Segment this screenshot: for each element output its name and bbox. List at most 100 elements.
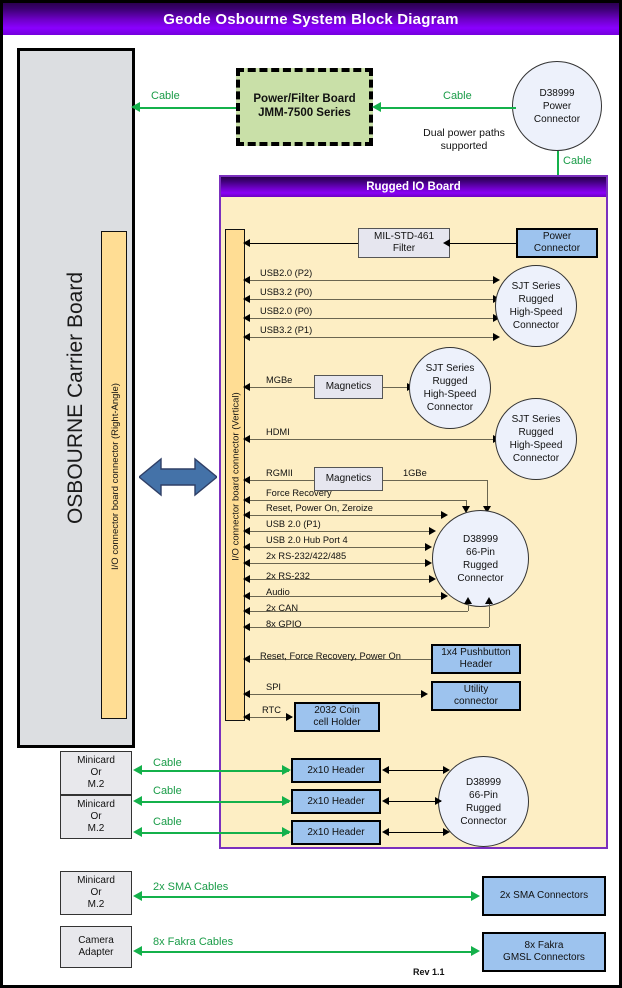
line-header1-d38999	[389, 770, 448, 771]
signal-line-rgmii-left	[245, 480, 314, 481]
cable-line-minicard2	[141, 801, 289, 803]
sjt3-line2: Rugged	[518, 427, 554, 438]
d38999-lower-line4: Connector	[460, 815, 507, 827]
io-power-line2: Connector	[533, 243, 581, 254]
arrow-left-hdmi	[243, 435, 250, 443]
signal-label-rs232-422-485: 2x RS-232/422/485	[266, 551, 347, 561]
cable-arrow-right-header3	[282, 827, 291, 837]
cable-label-down: Cable	[563, 155, 592, 167]
signal-label-usb32-p1: USB3.2 (P1)	[260, 325, 313, 335]
utility-connector-block: Utility connector	[431, 681, 521, 711]
line-power-to-filter	[450, 243, 516, 244]
signal-label-usb20-p2: USB2.0 (P2)	[260, 268, 313, 278]
arrow-left-usb20-p1-bus	[243, 527, 250, 535]
cable-label-header2: Cable	[153, 785, 182, 797]
arrow-left-8x-gpio	[243, 623, 250, 631]
minicard-module-1: Minicard Or M.2	[60, 751, 132, 795]
minicard-1-line3: M.2	[87, 778, 105, 790]
arrow-right-header1-d38999	[443, 766, 450, 774]
header-2x10-3: 2x10 Header	[291, 820, 381, 845]
minicard-2-line2: Or	[90, 811, 102, 823]
arrow-power-to-filter	[443, 239, 450, 247]
minicard-module-2: Minicard Or M.2	[60, 795, 132, 839]
vertical-io-connector-text: I/O connector board connector (Vertical)	[230, 391, 242, 561]
sjt2-line3: High-Speed	[423, 389, 477, 400]
minicard-1-line2: Or	[90, 767, 102, 779]
fakra-gmsl-connectors-block: 8x Fakra GMSL Connectors	[482, 932, 606, 972]
signal-label-rtc: RTC	[262, 705, 281, 715]
cable-label-fakra: 8x Fakra Cables	[153, 936, 234, 948]
signal-label-audio: Audio	[266, 587, 290, 597]
signal-line-force-recovery	[245, 500, 466, 501]
header-2x10-1: 2x10 Header	[291, 758, 381, 783]
signal-line-usb20-p2	[245, 280, 498, 281]
pushbutton-header-block: 1x4 Pushbutton Header	[431, 644, 521, 674]
d38999-power-line3: Connector	[533, 113, 581, 125]
signal-line-rtc	[245, 717, 292, 718]
arrow-left-usb20-p0	[243, 314, 250, 322]
signal-label-1gbe: 1GBe	[403, 468, 427, 478]
cable-arrow-left-minicard2	[133, 796, 142, 806]
signal-line-8x-gpio-vertical	[489, 603, 490, 627]
arrow-right-usb32-p1	[493, 333, 500, 341]
arrow-left-header1-d38999	[382, 766, 389, 774]
d38999-power-line2: Power	[542, 100, 572, 112]
arrow-right-spi	[421, 690, 428, 698]
camera-adapter-module: Camera Adapter	[60, 926, 132, 968]
signal-label-usb20-p1-bus: USB 2.0 (P1)	[266, 519, 321, 529]
arrow-right-usb20-hub-port4	[425, 543, 432, 551]
signal-line-usb32-p0	[245, 299, 498, 300]
signal-line-reset-poweron-zeroize	[245, 515, 446, 516]
arrow-up-2x-can	[464, 597, 472, 604]
arrow-right-audio	[441, 592, 448, 600]
sjt1-line3: High-Speed	[509, 307, 563, 318]
arrow-left-mgbe	[243, 383, 250, 391]
signal-label-force-recovery: Force Recovery	[266, 488, 332, 498]
block-diagram-canvas: Geode Osbourne System Block Diagram OSBO…	[0, 0, 622, 988]
magnetics-block-1: Magnetics	[314, 375, 383, 399]
cable-arrow-left-fakra	[133, 946, 142, 956]
cable-line-minicard1	[141, 770, 289, 772]
coin-cell-line1: 2032 Coin	[314, 705, 360, 717]
sjt2-line1: SJT Series	[425, 363, 475, 374]
carrier-board-label-text: OSBOURNE Carrier Board	[64, 271, 87, 525]
d38999-66pin-line3: Rugged	[462, 559, 499, 571]
arrow-right-usb20-p1-bus	[429, 527, 436, 535]
pushbutton-header-line1: 1x4 Pushbutton	[441, 647, 511, 659]
arrow-left-force-recovery	[243, 496, 250, 504]
signal-line-usb32-p1	[245, 337, 498, 338]
cable-arrow-right-header1	[282, 765, 291, 775]
vertical-io-connector: I/O connector board connector (Vertical)	[225, 229, 245, 721]
signal-label-8x-gpio: 8x GPIO	[266, 619, 302, 629]
power-filter-board-line1: Power/Filter Board	[253, 93, 356, 106]
minicard-1-line1: Minicard	[77, 755, 115, 767]
signal-label-2x-can: 2x CAN	[266, 603, 299, 613]
sjt3-line1: SJT Series	[511, 414, 561, 425]
sjt3-line4: Connector	[512, 453, 560, 464]
arrow-left-audio	[243, 592, 250, 600]
arrow-right-rtc	[286, 713, 293, 721]
arrow-right-rs232-422-485	[425, 559, 432, 567]
arrow-left-usb20-p2	[243, 276, 250, 284]
signal-line-rs232-422-485	[245, 563, 429, 564]
arrow-left-usb32-p0	[243, 295, 250, 303]
camera-adapter-line1: Camera	[78, 935, 114, 947]
d38999-66pin-line1: D38999	[462, 533, 499, 545]
cable-line-powerfilter-d38999	[380, 107, 516, 109]
signal-line-spi	[245, 694, 426, 695]
sjt-connector-3: SJT Series Rugged High-Speed Connector	[495, 398, 577, 480]
signal-line-2x-can-vertical	[468, 603, 469, 611]
arrow-right-header3-d38999	[443, 828, 450, 836]
d38999-lower-line1: D38999	[465, 776, 502, 788]
cable-label-right: Cable	[443, 90, 472, 102]
cable-line-sma	[141, 896, 475, 898]
pushbutton-header-line2: Header	[459, 659, 493, 670]
revision-label: Rev 1.1	[413, 967, 445, 977]
arrow-left-header3-d38999	[382, 828, 389, 836]
sjt3-line3: High-Speed	[509, 440, 563, 451]
dual-power-note-line1: Dual power paths	[423, 127, 505, 139]
filter-line2: Filter	[392, 243, 416, 254]
arrow-left-reset-poweron-zeroize	[243, 511, 250, 519]
coin-cell-holder-block: 2032 Coin cell Holder	[294, 702, 380, 732]
line-filter-to-connector	[245, 243, 358, 244]
